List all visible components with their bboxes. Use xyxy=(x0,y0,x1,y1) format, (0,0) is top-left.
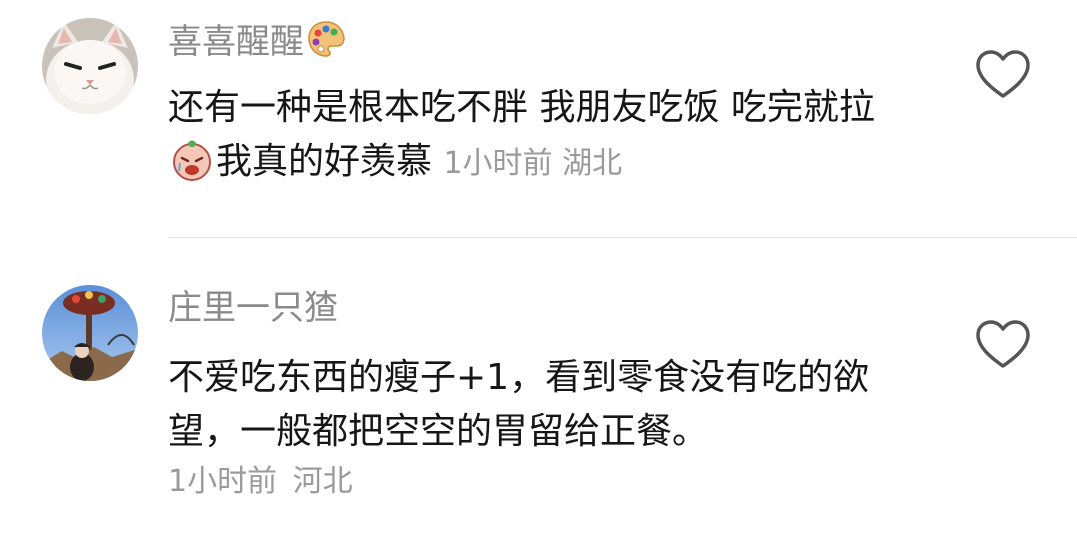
comment-text: 还有一种是根本吃不胖 我朋友吃饭 吃完就拉 我真的好羡慕 1小时前 湖北 xyxy=(168,81,908,191)
username[interactable]: 庄里一只猹 xyxy=(168,286,338,330)
location: 河北 xyxy=(292,464,353,499)
comment-text-body: 不爱吃东西的瘦子+1，看到零食没有吃的欲望，一般都把空空的胃留给正餐。 xyxy=(168,357,870,452)
comment-text: 不爱吃东西的瘦子+1，看到零食没有吃的欲望，一般都把空空的胃留给正餐。 xyxy=(168,351,898,459)
comment-meta: 1小时前 河北 xyxy=(168,462,353,502)
username[interactable]: 喜喜醒醒 xyxy=(168,19,346,64)
white-cat-avatar-icon xyxy=(42,18,138,114)
timestamp: 1小时前 xyxy=(168,464,278,499)
location: 湖北 xyxy=(562,146,623,181)
username-text: 庄里一只猹 xyxy=(168,288,338,328)
avatar[interactable] xyxy=(42,18,138,114)
crying-face-sticker-icon xyxy=(173,140,211,181)
artist-palette-icon xyxy=(308,21,345,57)
comment-text-part2: 我真的好羡慕 xyxy=(216,141,433,182)
timestamp: 1小时前 xyxy=(443,146,553,181)
avatar[interactable] xyxy=(42,285,138,381)
heart-outline-icon[interactable] xyxy=(974,318,1032,370)
comment-meta: 1小时前 湖北 xyxy=(443,146,622,181)
username-text: 喜喜醒醒 xyxy=(168,22,304,62)
comment-text-part1: 还有一种是根本吃不胖 我朋友吃饭 吃完就拉 xyxy=(168,87,875,128)
heart-outline-icon[interactable] xyxy=(974,48,1032,100)
carnival-photo-avatar-icon xyxy=(42,285,138,381)
comment-item: 庄里一只猹 不爱吃东西的瘦子+1，看到零食没有吃的欲望，一般都把空空的胃留给正餐… xyxy=(0,238,1077,545)
comment-item: 喜喜醒醒 还有一种是根本吃不胖 我朋友吃饭 吃完就拉 我真的好羡慕 1小时前 湖… xyxy=(0,0,1077,237)
